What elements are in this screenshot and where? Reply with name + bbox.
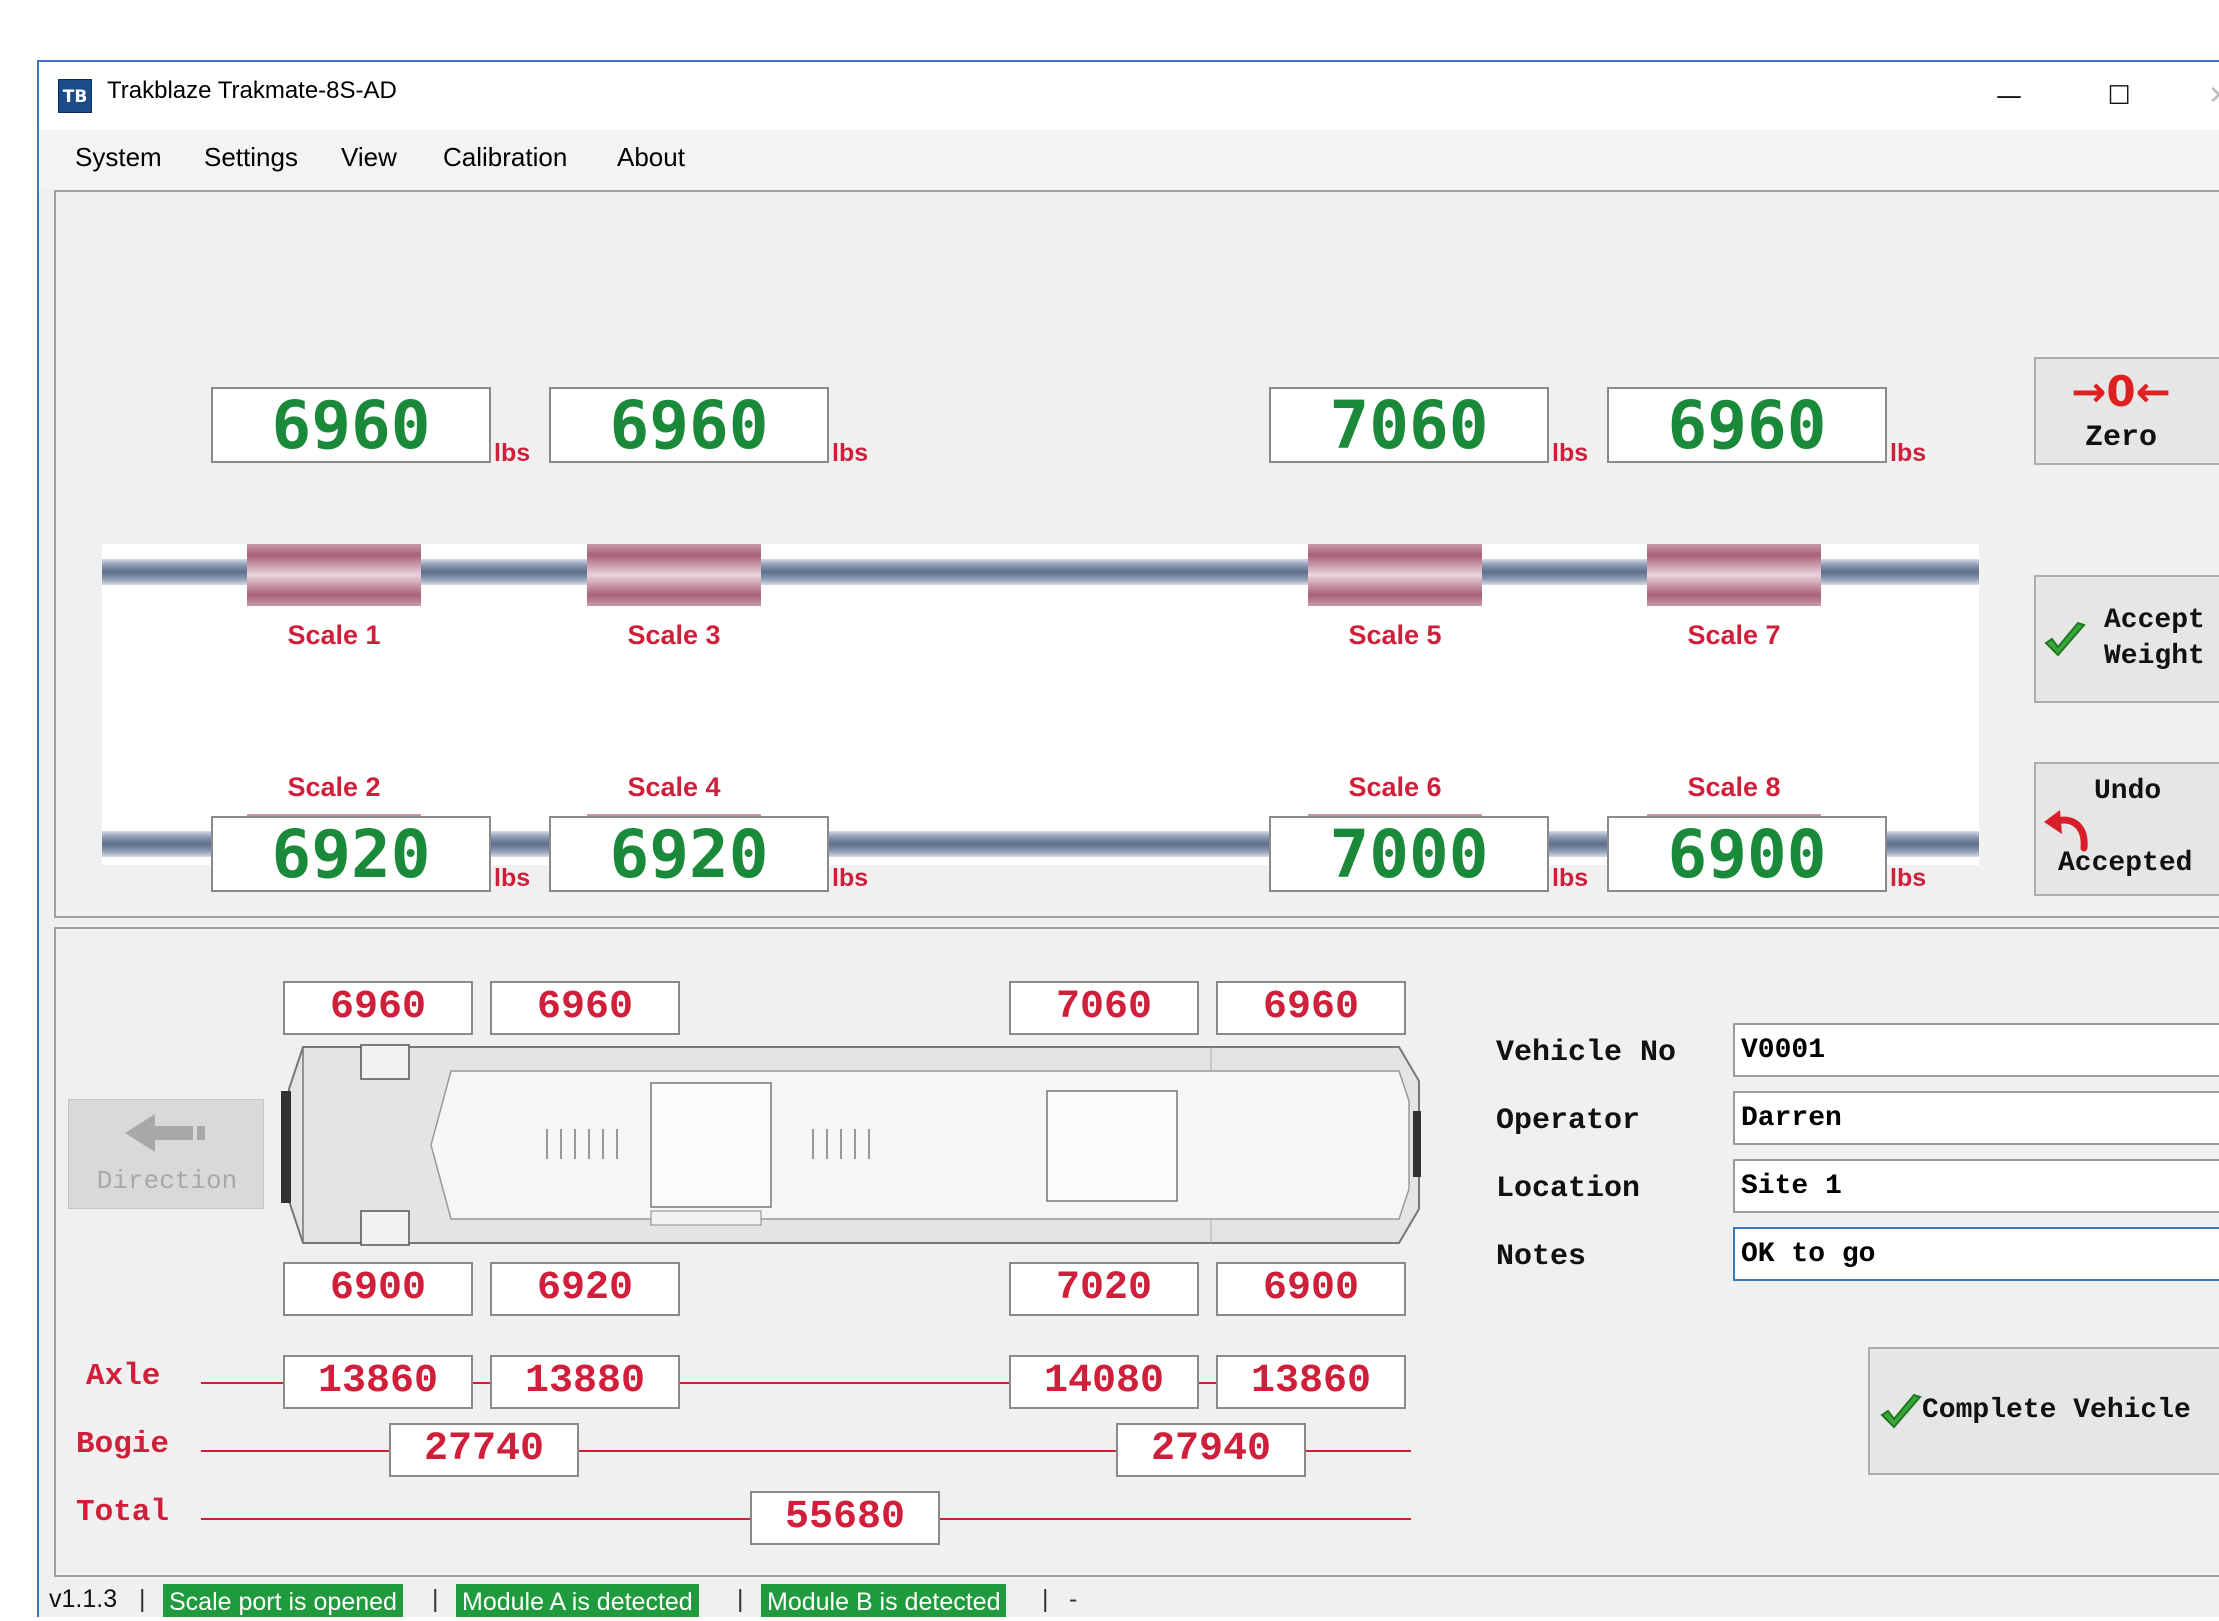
vehicle-no-label: Vehicle No <box>1496 1036 1677 1070</box>
notes-input[interactable] <box>1733 1227 2219 1281</box>
menu-settings[interactable]: Settings <box>204 142 298 173</box>
separator: | <box>432 1585 439 1613</box>
accept-weight-button[interactable]: Accept Weight <box>2034 575 2219 703</box>
unit-label: lbs <box>1890 864 1927 892</box>
operator-input[interactable] <box>1733 1091 2219 1145</box>
maximize-icon[interactable]: ☐ <box>2099 74 2139 118</box>
version-label: v1.1.3 <box>49 1585 118 1613</box>
app-window: TB Trakblaze Trakmate-8S-AD — ☐ ✕ System… <box>37 60 2219 1617</box>
total-label: Total <box>76 1495 170 1530</box>
scale-5-weight: 7060 <box>1269 387 1549 463</box>
menu-view[interactable]: View <box>341 142 397 173</box>
scale-7-weight: 6960 <box>1607 387 1887 463</box>
direction-button[interactable]: Direction <box>68 1099 264 1209</box>
operator-label: Operator <box>1496 1104 1641 1138</box>
wheel-reading-bottom: 6900 <box>283 1262 473 1316</box>
scale-label: Scale 4 <box>627 772 721 802</box>
undo-label-line2: Accepted <box>2058 848 2193 879</box>
status-badge: Module B is detected <box>761 1584 1007 1617</box>
scales-panel: Scale 1 Scale 3 Scale 5 Scale 7 Scale 2 … <box>54 190 2219 918</box>
undo-label-line1: Undo <box>2094 776 2162 807</box>
complete-vehicle-button[interactable]: Complete Vehicle <box>1868 1347 2219 1475</box>
scale-pad-1 <box>247 544 421 606</box>
wheel-reading-bottom: 6900 <box>1216 1262 1406 1316</box>
scale-label: Scale 2 <box>287 772 381 802</box>
accept-label-line1: Accept <box>2104 605 2205 636</box>
bogie-label: Bogie <box>76 1427 170 1462</box>
scale-3-weight: 6960 <box>549 387 829 463</box>
unit-label: lbs <box>832 864 869 892</box>
direction-label: Direction <box>96 1166 238 1196</box>
accept-label-line2: Weight <box>2104 641 2205 672</box>
status-badge: Module A is detected <box>456 1584 699 1617</box>
scale-6-weight: 7000 <box>1269 816 1549 892</box>
scale-1-weight: 6960 <box>211 387 491 463</box>
scale-8-weight: 6900 <box>1607 816 1887 892</box>
zero-icon: →0← <box>2071 367 2171 416</box>
close-icon[interactable]: ✕ <box>2199 74 2219 118</box>
bogie-reading: 27940 <box>1116 1423 1306 1477</box>
wheel-reading-top: 6960 <box>283 981 473 1035</box>
scale-label: Scale 1 <box>287 620 381 650</box>
total-reading: 55680 <box>750 1491 940 1545</box>
scale-label: Scale 6 <box>1348 772 1442 802</box>
wheel-reading-top: 6960 <box>490 981 680 1035</box>
scale-label: Scale 7 <box>1687 620 1781 650</box>
status-tail: - <box>1069 1585 1078 1613</box>
wheel-reading-top: 7060 <box>1009 981 1199 1035</box>
axle-reading: 13860 <box>283 1355 473 1409</box>
scale-4-weight: 6920 <box>549 816 829 892</box>
wheel-reading-bottom: 6920 <box>490 1262 680 1316</box>
wheel-reading-top: 6960 <box>1216 981 1406 1035</box>
separator: | <box>139 1585 146 1613</box>
window-title: Trakblaze Trakmate-8S-AD <box>107 77 397 104</box>
notes-label: Notes <box>1496 1240 1587 1274</box>
checkmark-icon <box>2044 621 2086 657</box>
undo-icon <box>2044 810 2088 852</box>
scale-label: Scale 8 <box>1687 772 1781 802</box>
complete-vehicle-label: Complete Vehicle <box>1922 1395 2191 1426</box>
status-bar: v1.1.3 | Scale port is opened | Module A… <box>39 1577 2219 1617</box>
location-label: Location <box>1496 1172 1641 1206</box>
unit-label: lbs <box>832 439 869 467</box>
locomotive-diagram <box>281 1044 1421 1246</box>
wheel-reading-bottom: 7020 <box>1009 1262 1199 1316</box>
app-logo-icon: TB <box>58 79 92 113</box>
status-badge: Scale port is opened <box>163 1584 403 1617</box>
scale-pad-5 <box>1308 544 1482 606</box>
minimize-icon[interactable]: — <box>1989 74 2029 118</box>
vehicle-no-input[interactable] <box>1733 1023 2219 1077</box>
menu-system[interactable]: System <box>75 142 162 173</box>
unit-label: lbs <box>1552 439 1589 467</box>
separator: | <box>737 1585 744 1613</box>
scale-label: Scale 3 <box>627 620 721 650</box>
axle-reading: 13880 <box>490 1355 680 1409</box>
scale-pad-7 <box>1647 544 1821 606</box>
axle-reading: 13860 <box>1216 1355 1406 1409</box>
undo-accepted-button[interactable]: Undo Accepted <box>2034 762 2219 896</box>
bogie-reading: 27740 <box>389 1423 579 1477</box>
unit-label: lbs <box>1890 439 1927 467</box>
arrow-left-icon <box>125 1114 205 1152</box>
menu-about[interactable]: About <box>617 142 685 173</box>
menu-calibration[interactable]: Calibration <box>443 142 567 173</box>
axle-reading: 14080 <box>1009 1355 1199 1409</box>
title-bar[interactable]: TB Trakblaze Trakmate-8S-AD — ☐ ✕ <box>39 62 2219 130</box>
zero-label: Zero <box>2084 421 2157 455</box>
scale-label: Scale 5 <box>1348 620 1442 650</box>
scale-2-weight: 6920 <box>211 816 491 892</box>
location-input[interactable] <box>1733 1159 2219 1213</box>
unit-label: lbs <box>494 439 531 467</box>
axle-label: Axle <box>86 1359 161 1394</box>
vehicle-panel: Direction 6960 6960 7060 6960 6900 6920 … <box>54 927 2219 1577</box>
zero-button[interactable]: →0← Zero <box>2034 357 2219 465</box>
unit-label: lbs <box>1552 864 1589 892</box>
menu-bar: System Settings View Calibration About <box>39 130 2219 190</box>
unit-label: lbs <box>494 864 531 892</box>
scale-pad-3 <box>587 544 761 606</box>
checkmark-icon <box>1880 1393 1922 1429</box>
separator: | <box>1042 1585 1049 1613</box>
